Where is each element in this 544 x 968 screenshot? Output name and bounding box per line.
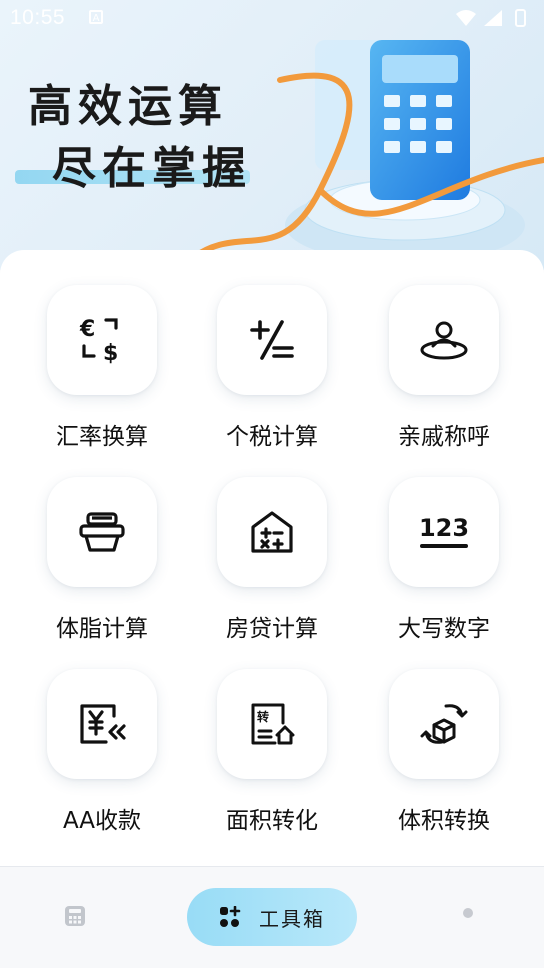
svg-text:转: 转 — [257, 709, 269, 724]
plus-minus-icon — [250, 320, 294, 360]
tool-label: 面积转化 — [226, 808, 318, 834]
svg-text:123: 123 — [419, 514, 469, 542]
signal-icon — [484, 10, 502, 26]
tool-body-fat[interactable]: 体脂计算 — [22, 477, 182, 657]
tool-label: 体积转换 — [398, 808, 490, 834]
tool-volume-convert[interactable]: 体积转换 — [364, 669, 524, 849]
tool-tile[interactable] — [389, 669, 499, 779]
tool-tile[interactable] — [47, 477, 157, 587]
relatives-icon — [420, 321, 468, 360]
dot-icon[interactable] — [463, 908, 473, 918]
yuan-receipt-icon — [80, 704, 126, 744]
tool-tile[interactable]: 123 — [389, 477, 499, 587]
body-scale-icon — [79, 512, 125, 552]
tool-label: 个税计算 — [226, 424, 318, 450]
hero-banner: 高效运算 尽在掌握 10:55 A — [0, 0, 544, 270]
svg-text:$: $ — [103, 341, 118, 364]
tool-tile[interactable] — [47, 669, 157, 779]
tool-income-tax[interactable]: 个税计算 — [192, 285, 352, 465]
tool-label: 亲戚称呼 — [398, 424, 490, 450]
bottom-nav: 工具箱 — [0, 867, 544, 968]
battery-icon — [515, 9, 526, 27]
slogan-line-2: 尽在掌握 — [52, 143, 252, 194]
area-convert-icon: 转 — [251, 703, 295, 745]
tool-tile[interactable] — [217, 477, 327, 587]
nav-toolbox-label: 工具箱 — [259, 906, 325, 931]
tools-panel: € $ 汇率换算 个税计算 亲戚称呼 体脂计算 房贷计算 123 大写数字 AA… — [0, 250, 544, 868]
volume-convert-icon — [420, 704, 468, 744]
tool-tile[interactable] — [389, 285, 499, 395]
tool-uppercase-number[interactable]: 123 大写数字 — [364, 477, 524, 657]
number-123-icon: 123 — [419, 514, 469, 548]
tool-mortgage[interactable]: 房贷计算 — [192, 477, 352, 657]
status-bar: 10:55 A — [0, 0, 544, 38]
toolbox-icon — [220, 906, 241, 927]
wifi-icon — [456, 10, 476, 26]
tool-label: 汇率换算 — [56, 424, 148, 450]
currency-exchange-icon: € $ — [79, 317, 118, 364]
status-icons — [456, 9, 526, 27]
slogan-line-1: 高效运算 — [28, 81, 228, 132]
svg-text:€: € — [79, 317, 95, 342]
tool-aa-payment[interactable]: AA收款 — [22, 669, 182, 849]
tool-tile[interactable] — [217, 285, 327, 395]
tool-label: 体脂计算 — [56, 616, 148, 642]
tool-label: 大写数字 — [398, 616, 490, 642]
tool-relatives[interactable]: 亲戚称呼 — [364, 285, 524, 465]
notification-indicator: A — [89, 10, 103, 24]
tool-area-convert[interactable]: 转 面积转化 — [192, 669, 352, 849]
tool-tile[interactable]: € $ — [47, 285, 157, 395]
tool-label: AA收款 — [62, 808, 142, 834]
calculator-icon[interactable] — [64, 905, 86, 927]
status-time: 10:55 — [10, 6, 66, 29]
tool-label: 房贷计算 — [226, 616, 318, 642]
tool-currency-exchange[interactable]: € $ 汇率换算 — [22, 285, 182, 465]
nav-toolbox-tab[interactable]: 工具箱 — [187, 888, 357, 946]
house-calculator-icon — [251, 511, 293, 553]
tool-tile[interactable]: 转 — [217, 669, 327, 779]
